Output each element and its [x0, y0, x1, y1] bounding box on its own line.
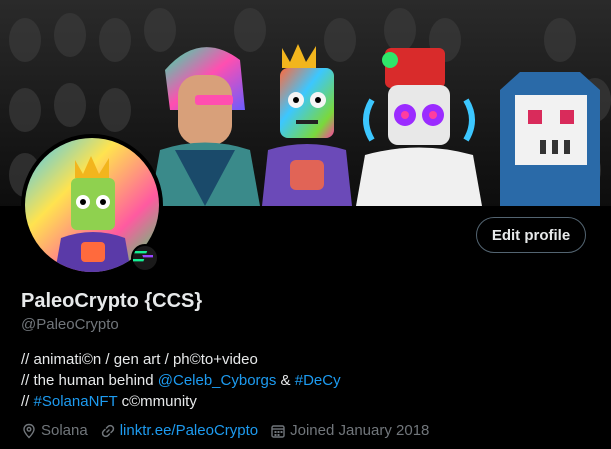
bio-line-2-prefix: // the human behind	[21, 372, 158, 389]
website-item: linktr.ee/PaleoCrypto	[100, 422, 258, 439]
calendar-icon	[271, 424, 285, 438]
display-name: PaleoCrypto {CCS}	[21, 290, 203, 312]
hashtag-link-decy[interactable]: #DeCy	[295, 372, 341, 389]
profile-meta: Solana linktr.ee/PaleoCrypto Joined Janu…	[21, 422, 441, 439]
joined-date-text: Joined January 2018	[290, 422, 430, 439]
username-handle: @PaleoCrypto	[21, 316, 119, 333]
website-link[interactable]: linktr.ee/PaleoCrypto	[120, 422, 258, 439]
hashtag-link-solananft[interactable]: #SolanaNFT	[34, 393, 118, 410]
bio-line-3-suffix: c©mmunity	[117, 393, 197, 410]
location-pin-icon	[23, 423, 35, 438]
profile-bio: // animati©n / gen art / ph©to+video // …	[21, 349, 341, 412]
bio-line-2: // the human behind @Celeb_Cyborgs & #De…	[21, 370, 341, 391]
joined-item: Joined January 2018	[270, 422, 429, 439]
bio-line-1: // animati©n / gen art / ph©to+video	[21, 351, 258, 368]
bio-line-2-mid: &	[276, 372, 295, 389]
mention-link-celeb-cyborgs[interactable]: @Celeb_Cyborgs	[158, 372, 277, 389]
location-item: Solana	[21, 422, 88, 439]
bio-line-3-prefix: //	[21, 393, 34, 410]
link-icon	[101, 424, 114, 437]
location-text: Solana	[41, 422, 88, 439]
bio-line-3: // #SolanaNFT c©mmunity	[21, 391, 341, 412]
edit-profile-button[interactable]: Edit profile	[476, 217, 586, 253]
solana-badge-icon	[131, 244, 159, 272]
